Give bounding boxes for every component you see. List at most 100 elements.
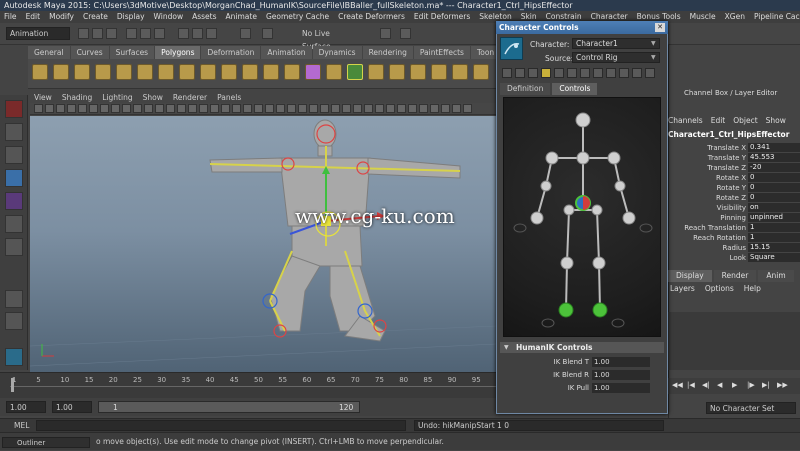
channel-value[interactable]: 1: [748, 233, 800, 242]
panel-menu-view[interactable]: View: [34, 92, 52, 103]
panel-tool-icon[interactable]: [320, 104, 329, 113]
cc-tab-definition[interactable]: Definition: [500, 83, 551, 95]
channel-value[interactable]: 1: [748, 223, 800, 232]
layer-menu-options[interactable]: Options: [705, 284, 734, 294]
panel-menu-lighting[interactable]: Lighting: [102, 92, 132, 103]
character-controls-title[interactable]: Character Controls: [496, 21, 668, 34]
input-line-icon[interactable]: [380, 28, 391, 39]
playback-7-icon[interactable]: ▶▶: [777, 381, 788, 389]
playback-0-icon[interactable]: ◀◀: [672, 381, 683, 389]
polygon-tool-icon[interactable]: [221, 64, 237, 80]
panel-menu-show[interactable]: Show: [143, 92, 163, 103]
outliner-tab[interactable]: Outliner: [2, 437, 90, 448]
channel-value[interactable]: 0: [748, 193, 800, 202]
panel-tool-icon[interactable]: [452, 104, 461, 113]
select-hierarchy-icon[interactable]: [126, 28, 137, 39]
polygon-tool-icon[interactable]: [116, 64, 132, 80]
channel-value[interactable]: on: [748, 203, 800, 212]
panel-tool-icon[interactable]: [34, 104, 43, 113]
snap-curve-icon[interactable]: [192, 28, 203, 39]
panel-tool-icon[interactable]: [177, 104, 186, 113]
menu-set-selector[interactable]: Animation: [6, 27, 70, 40]
menu-animate[interactable]: Animate: [226, 11, 257, 23]
panel-tool-icon[interactable]: [232, 104, 241, 113]
menu-create[interactable]: Create: [83, 11, 108, 23]
panel-tool-icon[interactable]: [56, 104, 65, 113]
panel-tool-icon[interactable]: [166, 104, 175, 113]
left-shoulder-effector[interactable]: [545, 151, 559, 165]
polygon-tool-icon[interactable]: [263, 64, 279, 80]
panel-tool-icon[interactable]: [331, 104, 340, 113]
panel-tool-icon[interactable]: [441, 104, 450, 113]
polygon-tool-icon[interactable]: [200, 64, 216, 80]
menu-geometry-cache[interactable]: Geometry Cache: [266, 11, 329, 23]
channel-row-translate-x[interactable]: Translate X 0.341: [668, 143, 800, 153]
hik-tool-icon[interactable]: [580, 68, 590, 78]
panel-tool-icon[interactable]: [254, 104, 263, 113]
paint-select-tool-icon[interactable]: [5, 146, 23, 164]
live-surface-field[interactable]: No Live Surface: [290, 27, 360, 51]
polygon-tool-icon[interactable]: [473, 64, 489, 80]
left-elbow-effector[interactable]: [540, 180, 552, 192]
character-select[interactable]: Character1: [572, 38, 660, 49]
menu-muscle[interactable]: Muscle: [690, 11, 716, 23]
panel-toggle-icon[interactable]: [400, 28, 411, 39]
shelf-tab-polygons[interactable]: Polygons: [155, 46, 201, 59]
channel-row-translate-z[interactable]: Translate Z -20: [668, 163, 800, 173]
humanik-icon[interactable]: [5, 348, 23, 366]
polygon-tool-icon[interactable]: [242, 64, 258, 80]
polygon-tool-icon[interactable]: [284, 64, 300, 80]
channel-row-reach-rotation[interactable]: Reach Rotation 1: [668, 233, 800, 243]
polygon-tool-icon[interactable]: [74, 64, 90, 80]
polygon-tool-icon[interactable]: [431, 64, 447, 80]
polygon-tool-icon[interactable]: [179, 64, 195, 80]
layout-single-icon[interactable]: [5, 290, 23, 308]
hik-value[interactable]: 1.00: [592, 383, 650, 393]
channel-row-rotate-y[interactable]: Rotate Y0: [668, 183, 800, 193]
hik-tool-icon[interactable]: [528, 68, 538, 78]
new-scene-icon[interactable]: [78, 28, 89, 39]
start-time-field[interactable]: 1.00: [6, 401, 46, 413]
hik-row-ik-blend-r[interactable]: IK Blend R 1.00: [500, 369, 664, 381]
channel-row-pinning[interactable]: Pinning unpinned: [668, 213, 800, 223]
snap-grid-icon[interactable]: [178, 28, 189, 39]
channel-row-translate-y[interactable]: Translate Y 45.553: [668, 153, 800, 163]
panel-tool-icon[interactable]: [78, 104, 87, 113]
history-icon[interactable]: [240, 28, 251, 39]
chevron-down-icon[interactable]: ▼: [651, 40, 656, 47]
panel-tool-icon[interactable]: [133, 104, 142, 113]
panel-tool-icon[interactable]: [430, 104, 439, 113]
panel-tool-icon[interactable]: [408, 104, 417, 113]
command-input[interactable]: [36, 420, 406, 431]
polygon-tool-icon[interactable]: [137, 64, 153, 80]
panel-tool-icon[interactable]: [122, 104, 131, 113]
panel-tool-icon[interactable]: [188, 104, 197, 113]
panel-tool-icon[interactable]: [100, 104, 109, 113]
left-hip-effector[interactable]: [563, 204, 575, 216]
hik-tool-icon[interactable]: [541, 68, 551, 78]
panel-tool-icon[interactable]: [210, 104, 219, 113]
source-select[interactable]: Control Rig: [572, 52, 660, 63]
polygon-tool-icon[interactable]: [158, 64, 174, 80]
layout-four-icon[interactable]: [5, 312, 23, 330]
panel-tool-icon[interactable]: [287, 104, 296, 113]
channel-value[interactable]: Square: [748, 253, 800, 262]
panel-menu-renderer[interactable]: Renderer: [173, 92, 207, 103]
shelf-tab-dynamics[interactable]: Dynamics: [312, 46, 362, 59]
channel-row-look[interactable]: Look Square: [668, 253, 800, 263]
panel-tool-icon[interactable]: [298, 104, 307, 113]
select-component-icon[interactable]: [154, 28, 165, 39]
channel-row-reach-translation[interactable]: Reach Translation 1: [668, 223, 800, 233]
lasso-tool-icon[interactable]: [5, 123, 23, 141]
polygon-tool-icon[interactable]: [389, 64, 405, 80]
layer-tab-render[interactable]: Render: [713, 270, 757, 282]
polygon-tool-icon[interactable]: [368, 64, 384, 80]
left-wrist-effector[interactable]: [530, 211, 544, 225]
menu-pipeline-cache[interactable]: Pipeline Cache: [754, 11, 800, 23]
layer-tab-anim[interactable]: Anim: [758, 270, 794, 282]
hik-tool-icon[interactable]: [606, 68, 616, 78]
chest-effector[interactable]: [576, 151, 590, 165]
channel-value[interactable]: 0.341: [748, 143, 800, 152]
layer-tab-display[interactable]: Display: [668, 270, 712, 282]
last-tool-icon[interactable]: [5, 238, 23, 256]
